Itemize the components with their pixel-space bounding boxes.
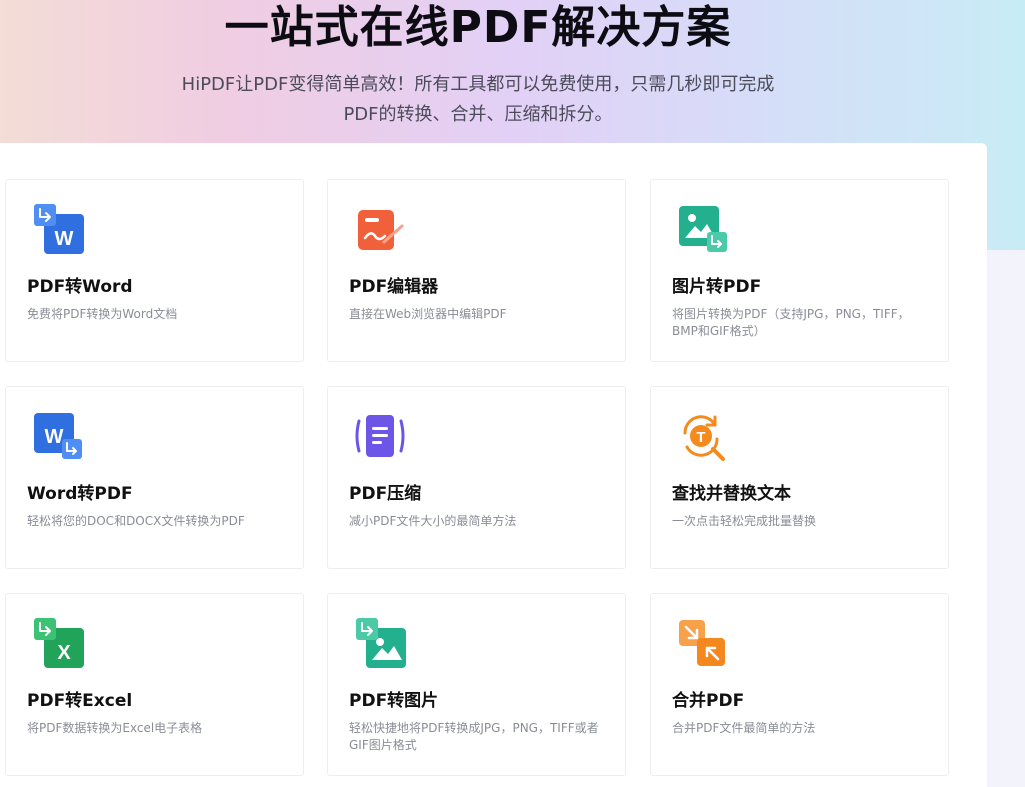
tool-title: 查找并替换文本 — [672, 484, 791, 504]
tool-card-word-to-pdf[interactable]: W Word转PDF 轻松将您的DOC和DOCX文件转换为PDF — [5, 386, 304, 569]
tool-card-pdf-to-image[interactable]: PDF转图片 轻松快捷地将PDF转换成JPG，PNG，TIFF或者GIF图片格式 — [327, 593, 626, 776]
svg-text:W: W — [55, 228, 74, 250]
tool-card-find-replace[interactable]: T 查找并替换文本 一次点击轻松完成批量替换 — [650, 386, 949, 569]
tool-desc: 将图片转换为PDF（支持JPG，PNG，TIFF，BMP和GIF格式） — [672, 307, 910, 338]
tool-title: Word转PDF — [27, 484, 133, 504]
svg-text:W: W — [45, 426, 64, 448]
tool-title: 合并PDF — [672, 691, 745, 711]
tool-title: 图片转PDF — [672, 277, 762, 297]
image-to-pdf-icon — [679, 206, 727, 252]
hero-subtitle-line1: HiPDF让PDF变得简单高效！所有工具都可以免费使用，只需几秒即可完成 — [181, 74, 775, 95]
word-to-pdf-icon: W — [34, 413, 82, 459]
tool-card-merge-pdf[interactable]: 合并PDF 合并PDF文件最简单的方法 — [650, 593, 949, 776]
tool-desc: 轻松将您的DOC和DOCX文件转换为PDF — [27, 514, 245, 528]
svg-text:T: T — [696, 429, 705, 446]
tool-card-pdf-compress[interactable]: PDF压缩 减小PDF文件大小的最简单方法 — [327, 386, 626, 569]
page-title: 一站式在线PDF解决方案 — [224, 2, 732, 53]
tool-desc: 直接在Web浏览器中编辑PDF — [349, 307, 507, 321]
tool-card-pdf-to-excel[interactable]: X PDF转Excel 将PDF数据转换为Excel电子表格 — [5, 593, 304, 776]
pdf-to-word-icon: W — [34, 204, 84, 254]
merge-pdf-icon — [679, 620, 725, 666]
tool-title: PDF转Word — [27, 277, 133, 297]
tool-title: PDF转图片 — [349, 691, 439, 711]
tool-desc: 轻松快捷地将PDF转换成JPG，PNG，TIFF或者GIF图片格式 — [349, 721, 599, 752]
hero-subtitle: HiPDF让PDF变得简单高效！所有工具都可以免费使用，只需几秒即可完成 PDF… — [0, 70, 956, 130]
find-replace-icon: T — [683, 415, 725, 461]
tools-panel: W PDF转Word 免费将PDF转换为Word文档 PDF编辑器 直接在Web… — [0, 143, 987, 787]
tool-desc: 免费将PDF转换为Word文档 — [27, 307, 178, 321]
tool-card-pdf-to-word[interactable]: W PDF转Word 免费将PDF转换为Word文档 — [5, 179, 304, 362]
pdf-to-excel-icon: X — [34, 618, 84, 668]
tool-card-pdf-editor[interactable]: PDF编辑器 直接在Web浏览器中编辑PDF — [327, 179, 626, 362]
tool-desc: 减小PDF文件大小的最简单方法 — [349, 514, 517, 528]
pdf-to-image-icon — [356, 618, 406, 668]
tool-card-image-to-pdf[interactable]: 图片转PDF 将图片转换为PDF（支持JPG，PNG，TIFF，BMP和GIF格… — [650, 179, 949, 362]
tool-title: PDF编辑器 — [349, 277, 439, 297]
svg-text:X: X — [57, 642, 71, 664]
pdf-compress-icon — [355, 415, 405, 457]
pdf-editor-icon — [358, 210, 404, 250]
tool-title: PDF压缩 — [349, 484, 422, 504]
tool-desc: 将PDF数据转换为Excel电子表格 — [27, 721, 203, 735]
tool-desc: 合并PDF文件最简单的方法 — [672, 721, 816, 735]
tool-title: PDF转Excel — [27, 691, 133, 711]
tool-desc: 一次点击轻松完成批量替换 — [672, 514, 817, 528]
hero-subtitle-line2: PDF的转换、合并、压缩和拆分。 — [343, 104, 613, 125]
